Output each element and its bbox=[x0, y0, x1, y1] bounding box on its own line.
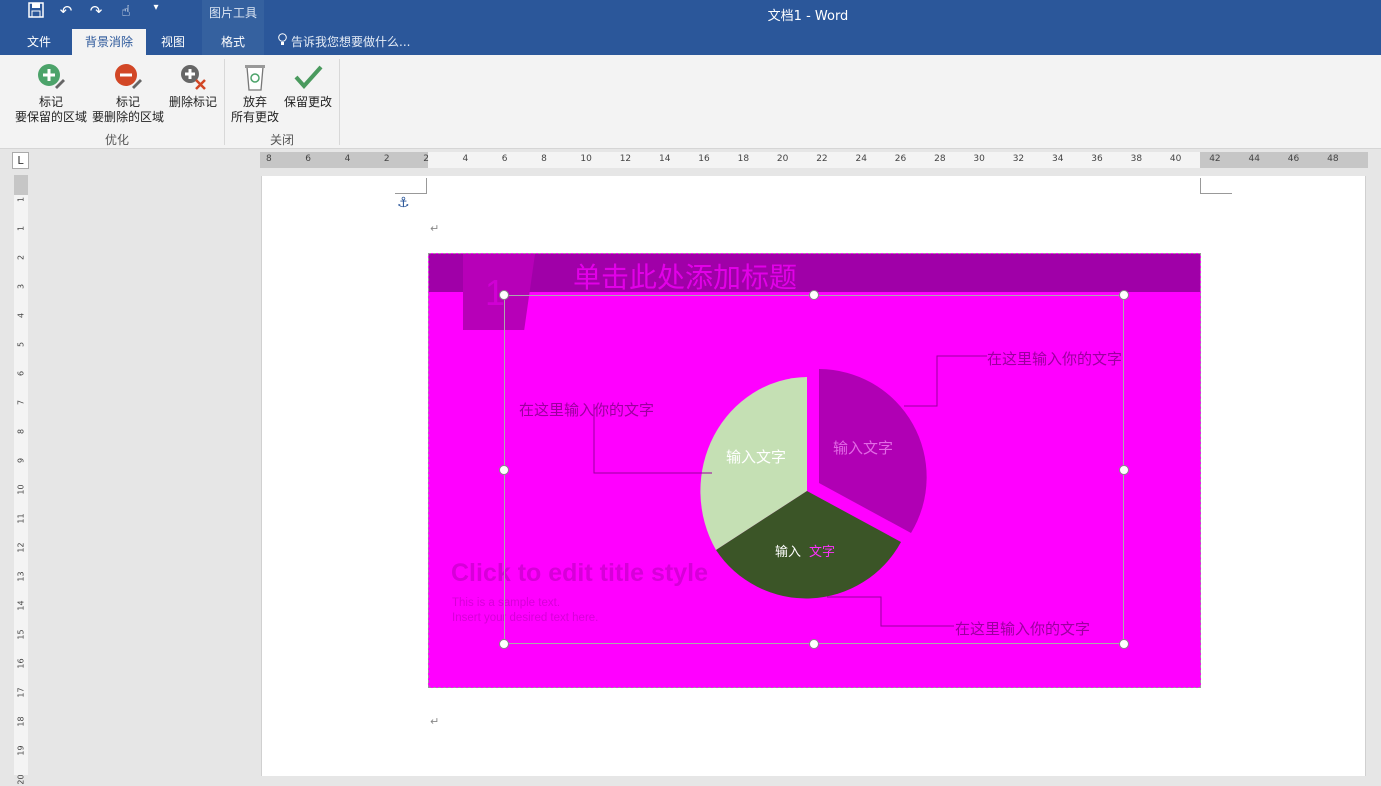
mark-remove-button[interactable]: 标记 要删除的区域 bbox=[91, 61, 165, 125]
recycle-bin-icon bbox=[239, 61, 271, 93]
ruler-tick-label: 12 bbox=[619, 154, 632, 164]
ribbon-tabs: 文件 背景消除 视图 格式 告诉我您想要做什么... bbox=[0, 29, 1381, 55]
group-separator bbox=[224, 59, 225, 145]
ruler-tick-label: 2 bbox=[16, 254, 26, 261]
group-separator bbox=[339, 59, 340, 145]
ruler-tick-label: 19 bbox=[16, 745, 26, 756]
ruler-tick-label: 1 bbox=[16, 196, 26, 203]
mark-remove-icon bbox=[112, 61, 144, 93]
ruler-tick-label: 40 bbox=[1169, 154, 1182, 164]
ruler-tick-label: 4 bbox=[462, 154, 469, 164]
window-title: 文档1 - Word bbox=[767, 9, 849, 24]
anchor-icon[interactable]: ⚓ bbox=[397, 195, 410, 211]
title-bar: ↶ ↷ ☝ ▾ 图片工具 文档1 - Word bbox=[0, 0, 1381, 29]
vertical-ruler[interactable]: 1 1 2 3 4 5 6 7 8 9 10 11 12 13 14 15 16 17 18 19 20 bbox=[14, 175, 28, 785]
ruler-tick-label: 28 bbox=[934, 154, 946, 164]
ruler-tick-label: 34 bbox=[1052, 154, 1064, 164]
ruler-tick-label: 3 bbox=[16, 283, 26, 290]
ruler-tick-label: 15 bbox=[16, 629, 26, 640]
ruler-tick-label: 30 bbox=[973, 154, 985, 164]
delete-mark-button[interactable]: 删除标记 bbox=[167, 61, 219, 110]
ruler-tick-label: 8 bbox=[266, 154, 272, 164]
ruler-tick-label: 6 bbox=[16, 370, 26, 377]
ruler-tick-label: 2 bbox=[383, 154, 390, 164]
resize-handle-top-left[interactable] bbox=[499, 290, 509, 300]
ribbon: 标记 要保留的区域 标记 要删除的区域 删除标记 放弃 所有更改 保留更改 优化… bbox=[0, 55, 1381, 149]
ruler-tick-label: 16 bbox=[698, 154, 710, 164]
background-removal-marquee[interactable] bbox=[504, 295, 1124, 644]
ruler-tick-label: 26 bbox=[894, 154, 907, 164]
tab-file[interactable]: 文件 bbox=[14, 29, 64, 55]
ruler-tick-label: 4 bbox=[344, 154, 351, 164]
lightbulb-icon bbox=[278, 29, 287, 55]
right-margin-area bbox=[1200, 152, 1368, 168]
checkmark-icon bbox=[292, 61, 324, 93]
ruler-tick-label: 24 bbox=[855, 154, 867, 164]
tell-me-box[interactable]: 告诉我您想要做什么... bbox=[278, 29, 410, 55]
mark-keep-icon bbox=[35, 61, 67, 93]
ruler-tick-label: 38 bbox=[1130, 154, 1143, 164]
discard-all-changes-button[interactable]: 放弃 所有更改 bbox=[229, 61, 281, 125]
ruler-tick-label: 36 bbox=[1091, 154, 1103, 164]
resize-handle-top-right[interactable] bbox=[1119, 290, 1129, 300]
crop-mark-top-left bbox=[395, 178, 427, 194]
tab-background-removal[interactable]: 背景消除 bbox=[72, 29, 146, 55]
ruler-tick-label: 10 bbox=[580, 154, 592, 164]
ruler-tick-label: 32 bbox=[1012, 154, 1025, 164]
ruler-tick-label: 17 bbox=[16, 687, 26, 698]
ruler-tick-label: 13 bbox=[16, 571, 26, 582]
keep-changes-button[interactable]: 保留更改 bbox=[282, 61, 334, 110]
ruler-tick-label: 1 bbox=[16, 225, 26, 232]
ruler-tick-label: 42 bbox=[1209, 154, 1221, 164]
top-margin-area bbox=[14, 175, 28, 195]
ruler-tick-label: 10 bbox=[16, 484, 26, 495]
ruler-tick-label: 6 bbox=[501, 154, 508, 164]
group-label-close: 关闭 bbox=[269, 133, 294, 147]
resize-handle-bottom-right[interactable] bbox=[1119, 639, 1129, 649]
ruler-tick-label: 14 bbox=[659, 154, 671, 164]
mark-keep-button[interactable]: 标记 要保留的区域 bbox=[14, 61, 88, 125]
resize-handle-top[interactable] bbox=[809, 290, 819, 300]
crop-mark-top-right bbox=[1200, 178, 1232, 194]
tab-selector[interactable]: L bbox=[12, 152, 29, 169]
ruler-tick-label: 18 bbox=[737, 154, 750, 164]
ruler-tick-label: 44 bbox=[1248, 154, 1260, 164]
ruler-tick-label: 14 bbox=[16, 600, 26, 611]
paragraph-mark: ↵ bbox=[430, 222, 440, 235]
ruler-tick-label: 48 bbox=[1327, 154, 1339, 164]
ruler-tick-label: 7 bbox=[16, 399, 26, 406]
ruler-tick-label: 12 bbox=[16, 542, 26, 553]
tell-me-text: 告诉我您想要做什么... bbox=[291, 35, 411, 49]
ruler-tick-label: 20 bbox=[16, 774, 26, 785]
ruler-tick-label: 20 bbox=[776, 154, 789, 164]
ruler-tick-label: 5 bbox=[16, 341, 26, 348]
ruler-tick-label: 6 bbox=[305, 154, 312, 164]
group-label-refine: 优化 bbox=[104, 133, 129, 147]
resize-handle-left[interactable] bbox=[499, 465, 509, 475]
ruler-tick-label: 11 bbox=[16, 513, 26, 524]
ruler-tick-label: 8 bbox=[16, 428, 26, 435]
resize-handle-right[interactable] bbox=[1119, 465, 1129, 475]
resize-handle-bottom-left[interactable] bbox=[499, 639, 509, 649]
tab-view[interactable]: 视图 bbox=[150, 29, 196, 55]
ruler-tick-label: 9 bbox=[16, 457, 26, 464]
ruler-tick-label: 46 bbox=[1287, 154, 1300, 164]
horizontal-ruler[interactable]: 8 6 4 2 2 4 6 8 10 12 14 16 18 20 22 24 26 28 30 32 34 36 38 40… bbox=[260, 152, 1368, 168]
delete-mark-icon bbox=[177, 61, 209, 93]
tab-format[interactable]: 格式 bbox=[202, 29, 264, 55]
paragraph-mark: ↵ bbox=[430, 715, 440, 728]
ruler-tick-label: 4 bbox=[16, 312, 26, 319]
ruler-tick-label: 16 bbox=[16, 658, 26, 669]
ruler-tick-label: 2 bbox=[423, 154, 429, 164]
ruler-tick-label: 22 bbox=[816, 154, 828, 164]
resize-handle-bottom[interactable] bbox=[809, 639, 819, 649]
ruler-tick-label: 8 bbox=[541, 154, 547, 164]
ruler-tick-label: 18 bbox=[16, 716, 26, 727]
